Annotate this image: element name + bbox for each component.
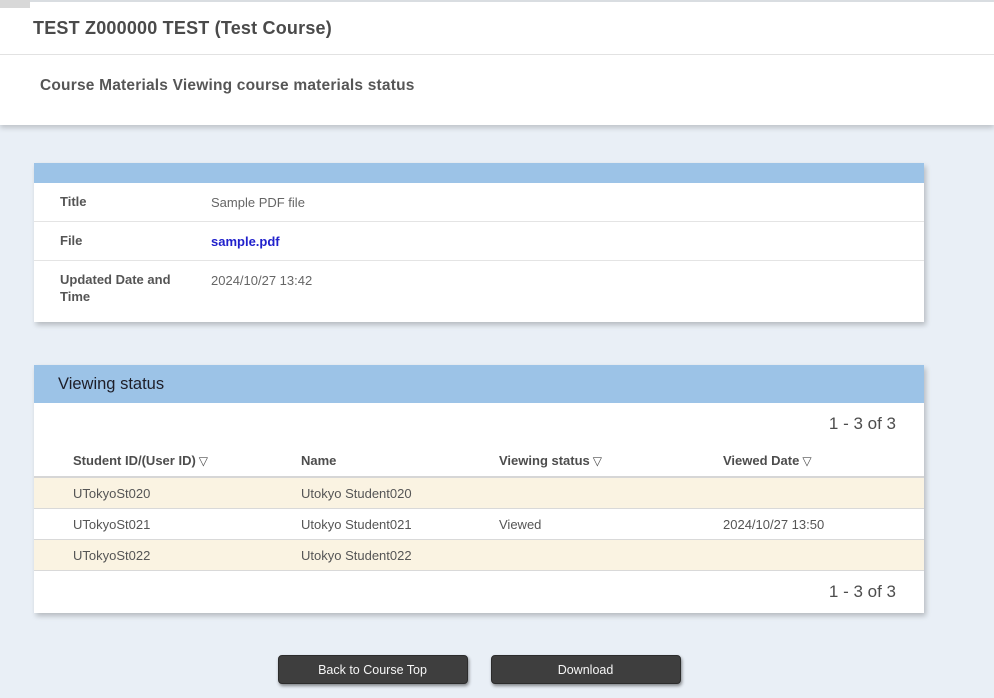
detail-label-file: File: [34, 232, 211, 249]
course-title: TEST Z000000 TEST (Test Course): [0, 2, 994, 39]
page-header: TEST Z000000 TEST (Test Course) Course M…: [0, 0, 994, 125]
detail-row-file: File sample.pdf: [34, 222, 924, 261]
table-row: UTokyoSt020 Utokyo Student020: [34, 478, 924, 509]
detail-row-title: Title Sample PDF file: [34, 183, 924, 222]
cell-name: Utokyo Student020: [301, 486, 499, 501]
detail-row-updated: Updated Date and Time 2024/10/27 13:42: [34, 261, 924, 322]
table-row: UTokyoSt021 Utokyo Student021 Viewed 202…: [34, 509, 924, 540]
material-details-card: Title Sample PDF file File sample.pdf Up…: [34, 163, 924, 322]
detail-label-title: Title: [34, 193, 211, 210]
cell-student-id: UTokyoSt022: [73, 548, 301, 563]
table-row: UTokyoSt022 Utokyo Student022: [34, 540, 924, 571]
action-button-bar: Back to Course Top Download: [34, 655, 924, 684]
corner-scroll-fragment: [0, 0, 30, 8]
cell-status: Viewed: [499, 517, 723, 532]
pagination-top: 1 - 3 of 3: [34, 403, 924, 445]
detail-value-updated: 2024/10/27 13:42: [211, 271, 312, 289]
back-to-course-top-button[interactable]: Back to Course Top: [278, 655, 468, 684]
viewing-status-heading: Viewing status: [58, 375, 164, 394]
detail-value-title: Sample PDF file: [211, 193, 305, 211]
pagination-bottom: 1 - 3 of 3: [34, 571, 924, 613]
material-card-header-bar: [34, 163, 924, 183]
sort-icon[interactable]: ▽: [199, 454, 208, 468]
cell-student-id: UTokyoSt020: [73, 486, 301, 501]
pagination-range-top: 1 - 3 of 3: [829, 414, 896, 434]
detail-label-updated: Updated Date and Time: [34, 271, 211, 305]
column-header-student-id[interactable]: Student ID/(User ID)▽: [73, 453, 301, 468]
column-header-viewed-date[interactable]: Viewed Date▽: [723, 453, 924, 468]
cell-name: Utokyo Student022: [301, 548, 499, 563]
main-content: Title Sample PDF file File sample.pdf Up…: [0, 125, 994, 684]
column-header-viewing-status[interactable]: Viewing status▽: [499, 453, 723, 468]
cell-viewed-date: 2024/10/27 13:50: [723, 517, 924, 532]
pagination-range-bottom: 1 - 3 of 3: [829, 582, 896, 602]
download-button[interactable]: Download: [491, 655, 681, 684]
table-header-row: Student ID/(User ID)▽ Name Viewing statu…: [34, 445, 924, 478]
cell-student-id: UTokyoSt021: [73, 517, 301, 532]
sort-icon[interactable]: ▽: [802, 454, 811, 468]
cell-name: Utokyo Student021: [301, 517, 499, 532]
sort-icon[interactable]: ▽: [593, 454, 602, 468]
viewing-status-header-bar: Viewing status: [34, 365, 924, 403]
viewing-status-card: Viewing status 1 - 3 of 3 Student ID/(Us…: [34, 365, 924, 613]
file-download-link[interactable]: sample.pdf: [211, 232, 280, 250]
column-header-name: Name: [301, 453, 499, 468]
page-title: Course Materials Viewing course material…: [0, 55, 994, 95]
